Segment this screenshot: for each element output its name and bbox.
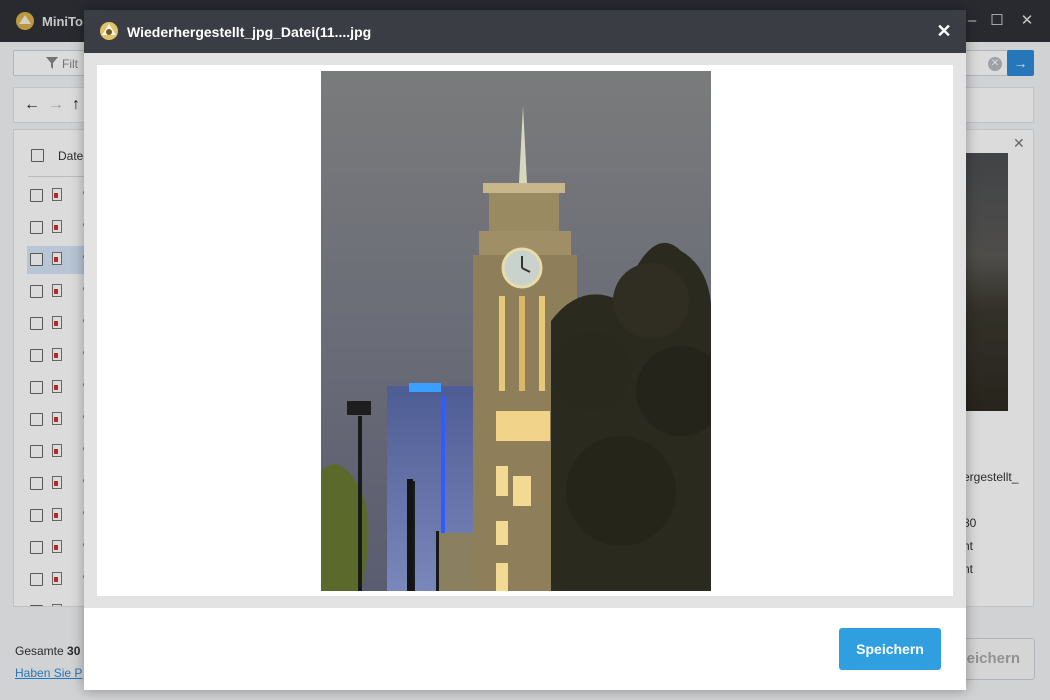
preview-dialog: Wiederhergestellt_jpg_Datei(11....jpg ✕ (84, 10, 966, 690)
preview-image (321, 71, 711, 591)
app-logo-icon (100, 22, 118, 40)
close-icon[interactable]: ✕ (933, 20, 955, 42)
dialog-title: Wiederhergestellt_jpg_Datei(11....jpg (127, 24, 372, 40)
save-button[interactable]: Speichern (839, 628, 941, 670)
image-preview-area (97, 65, 953, 596)
dialog-titlebar: Wiederhergestellt_jpg_Datei(11....jpg ✕ (84, 10, 966, 53)
preview-frame (84, 53, 966, 608)
